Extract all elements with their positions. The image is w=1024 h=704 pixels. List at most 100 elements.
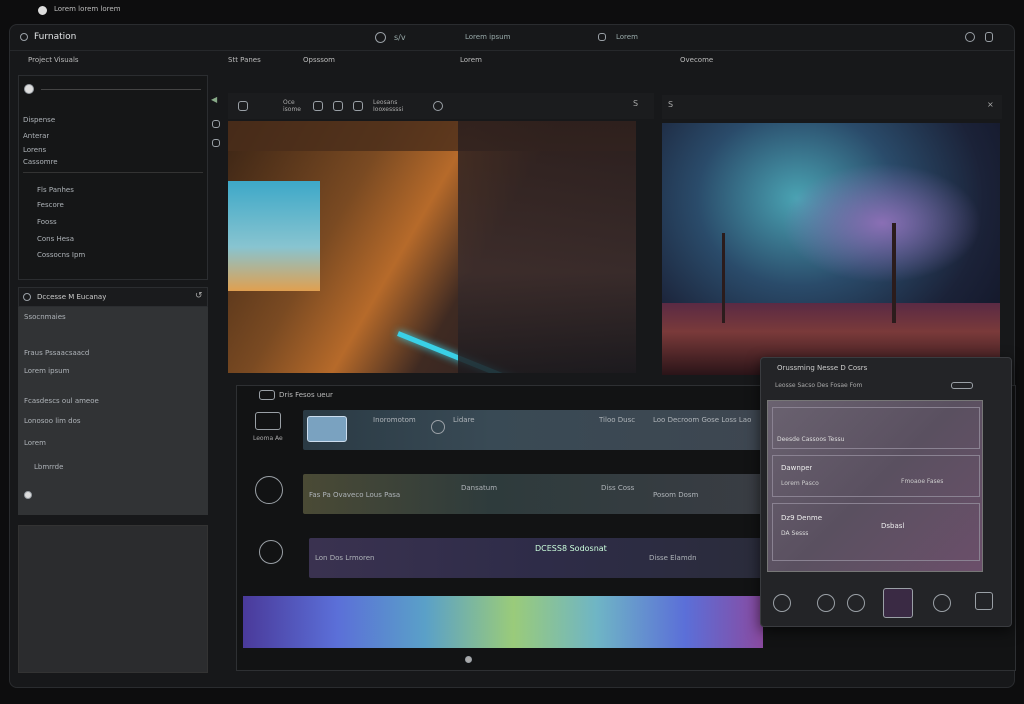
app-window: Furnation s/v Lorem ipsum Lorem Project … (9, 24, 1016, 688)
os-bar: Lorem lorem lorem (0, 0, 1024, 22)
os-logo-icon[interactable] (38, 6, 47, 15)
header-link[interactable]: Lorem ipsum (465, 33, 510, 41)
preview-toolbar: Oce isome Leosans Iooxessssi S (228, 93, 654, 119)
preview-image-interior[interactable] (228, 121, 636, 373)
track-label: Leoma Ae (253, 435, 283, 442)
close-icon[interactable]: × (987, 100, 994, 109)
tool-icon[interactable] (313, 101, 323, 111)
help-icon[interactable] (975, 592, 993, 610)
clip-text: Lidare (453, 416, 475, 424)
layer-item[interactable]: Fls Panhes (37, 186, 74, 194)
tool-icon[interactable] (773, 594, 791, 612)
gear-icon[interactable] (259, 540, 283, 564)
overlay-card-text: Dz9 Denme (781, 514, 823, 522)
top-item[interactable]: Dispense (23, 116, 55, 124)
tool-icon[interactable] (333, 101, 343, 111)
tool-icon[interactable] (883, 588, 913, 618)
tab-visuals[interactable]: Visuals (54, 56, 79, 64)
toggle-icon[interactable] (24, 84, 34, 94)
expand-icon[interactable]: ↺ (195, 291, 203, 301)
overlay-card-text: Dawnper (781, 464, 813, 472)
section-icon[interactable] (23, 293, 31, 301)
track-clip[interactable]: Fas Pa Ovaveco Lous Pasa Dansatum Diss C… (303, 474, 773, 514)
tab-opsssom[interactable]: Opsssom (303, 56, 335, 64)
divider (23, 172, 203, 173)
window-opening (228, 181, 320, 291)
prop-item[interactable]: Fcasdescs oul ameoe (24, 397, 99, 405)
track-row (247, 536, 307, 576)
prop-item[interactable]: Lbmrrde (34, 463, 63, 471)
section-header: Dccesse M Eucanay ↺ (18, 287, 208, 307)
tree (892, 223, 896, 323)
prop-item[interactable]: Ssocnmaies (24, 313, 66, 321)
tab-ovecome[interactable]: Ovecome (680, 56, 713, 64)
link-icon[interactable] (431, 420, 445, 434)
camera-icon[interactable] (238, 101, 248, 111)
face-icon[interactable] (255, 476, 283, 504)
tree (722, 233, 725, 323)
tool-icon[interactable] (817, 594, 835, 612)
tool-icon[interactable] (212, 120, 220, 128)
tab-project[interactable]: Project (28, 56, 52, 64)
arrow-icon[interactable]: ◀ (211, 95, 217, 104)
overlay-card[interactable]: Deesde Cassoos Tessu (772, 407, 980, 449)
overlay-toggle[interactable] (951, 382, 973, 389)
prop-item[interactable]: Fraus Pssaacsaacd (24, 349, 89, 357)
s-icon[interactable]: S (668, 100, 673, 109)
overlay-toolbar (767, 582, 1007, 622)
preview-mid-label: Leosans Iooxessssi (373, 99, 404, 113)
clip-text: Loo Decroom Gose Loss Lao (653, 416, 752, 424)
app-logo-icon[interactable] (20, 33, 28, 41)
layer-item[interactable]: Fooss (37, 218, 57, 226)
layer-item[interactable]: Cons Hesa (37, 235, 74, 243)
doc-icon[interactable] (985, 32, 993, 42)
clip-text: Disse Elamdn (649, 554, 697, 562)
tab-stt-panes[interactable]: Stt Panes (228, 56, 261, 64)
header-center-text: s/v (394, 33, 406, 42)
tool-icon[interactable] (353, 101, 363, 111)
overlay-card-right: Dsbasl (881, 522, 905, 530)
prop-item[interactable]: Lorem (24, 439, 46, 447)
prop-item[interactable]: Lorem ipsum (24, 367, 69, 375)
monitor-icon[interactable] (255, 412, 281, 430)
tool-icon[interactable] (933, 594, 951, 612)
tab-lorem[interactable]: Lorem (460, 56, 482, 64)
globe-icon[interactable] (375, 32, 386, 43)
layer-item[interactable]: Cossocns Ipm (37, 251, 85, 259)
play-icon[interactable] (433, 101, 443, 111)
layer-item[interactable]: Fescore (37, 201, 64, 209)
track-clip[interactable]: Lon Dos Lrmoren DCESS8 Sodosnat Disse El… (309, 538, 775, 578)
layers-panel: Dispense Anterar Lorens Cassomre Fls Pan… (18, 75, 208, 280)
tab-bar: Project Visuals Stt Panes Opsssom Lorem … (10, 53, 1014, 69)
nebula (782, 163, 982, 283)
header-right-text[interactable]: Lorem (616, 33, 638, 41)
track-row: Leoma Ae (247, 408, 307, 448)
tool-icon[interactable] (847, 594, 865, 612)
tool-column: ◀ (210, 95, 222, 285)
color-gradient-bar[interactable] (243, 596, 763, 648)
preview-more[interactable]: S (633, 99, 638, 108)
overlay-card[interactable]: Dawnper Lorem Pasco Fmoaoe Fases (772, 455, 980, 497)
properties-panel: Ssocnmaies Fraus Pssaacsaacd Lorem ipsum… (18, 307, 208, 515)
refresh-icon[interactable] (965, 32, 975, 42)
os-title: Lorem lorem lorem (54, 5, 121, 13)
record-icon[interactable] (24, 491, 32, 499)
slider-track[interactable] (41, 89, 201, 90)
top-item[interactable]: Lorens (23, 146, 46, 154)
prop-item[interactable]: Lonosoo lim dos (24, 417, 81, 425)
overlay-canvas[interactable]: Deesde Cassoos Tessu Dawnper Lorem Pasco… (767, 400, 983, 572)
scroll-icon[interactable] (465, 656, 472, 663)
preview-image-night[interactable] (662, 123, 1000, 375)
track-clip[interactable]: Inoromotom Lidare Tiloo Dusc Loo Decroom… (303, 410, 773, 450)
clip-text: Fas Pa Ovaveco Lous Pasa (309, 491, 401, 499)
overlay-panel: Orussming Nesse D Cosrs Leosse Sacso Des… (760, 357, 1012, 627)
overlay-card[interactable]: Dz9 Denme DA Sesss Dsbasl (772, 503, 980, 561)
top-item[interactable]: Anterar (23, 132, 49, 140)
share-icon[interactable] (598, 33, 606, 41)
top-item[interactable]: Cassomre (23, 158, 58, 166)
timeline-icon[interactable] (259, 390, 275, 400)
track-row (247, 472, 307, 512)
tool-icon[interactable] (212, 139, 220, 147)
left-sidebar: Dispense Anterar Lorens Cassomre Fls Pan… (18, 75, 208, 673)
dark-wall (458, 121, 636, 373)
